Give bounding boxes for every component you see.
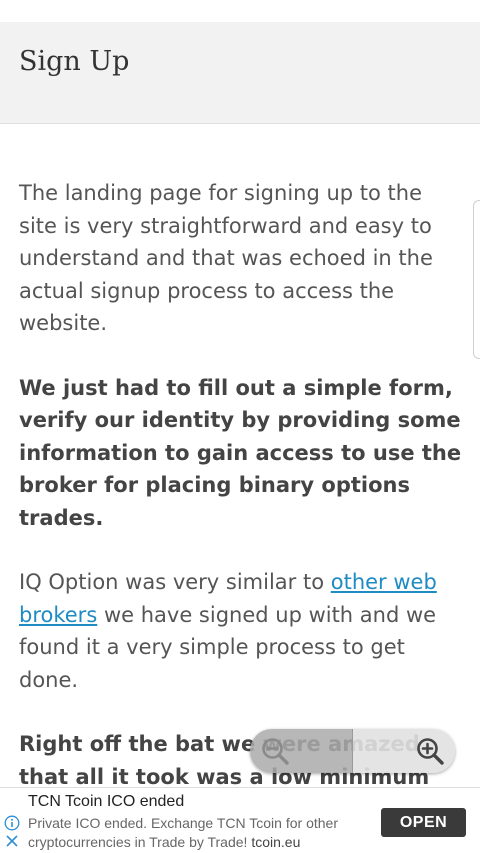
ad-open-button[interactable]: OPEN — [381, 808, 466, 837]
page-header: Sign Up — [0, 22, 480, 124]
paragraph-3-text-start: IQ Option was very similar to — [19, 570, 331, 594]
page: Sign Up The landing page for signing up … — [0, 0, 480, 853]
article-paragraph-2: We just had to fill out a simple form, v… — [19, 375, 462, 530]
zoom-out-icon — [262, 738, 289, 765]
scrollbar-tab[interactable] — [473, 200, 480, 359]
ad-banner[interactable]: TCN Tcoin ICO ended Private ICO ended. E… — [0, 787, 480, 853]
zoom-in-button[interactable] — [352, 729, 455, 773]
info-icon[interactable] — [4, 815, 20, 831]
page-title: Sign Up — [19, 46, 130, 77]
ad-title[interactable]: TCN Tcoin ICO ended — [28, 792, 184, 812]
close-icon[interactable] — [5, 834, 19, 848]
article-paragraph-1: The landing page for signing up to the s… — [19, 181, 433, 335]
ad-body: Private ICO ended. Exchange TCN Tcoin fo… — [28, 814, 368, 852]
article-paragraph-3: IQ Option was very similar to other web … — [19, 566, 465, 696]
zoom-in-icon — [417, 738, 444, 765]
zoom-control — [250, 729, 455, 773]
zoom-out-button[interactable] — [250, 729, 353, 773]
ad-domain: tcoin.eu — [251, 834, 301, 850]
status-strip — [0, 0, 480, 22]
